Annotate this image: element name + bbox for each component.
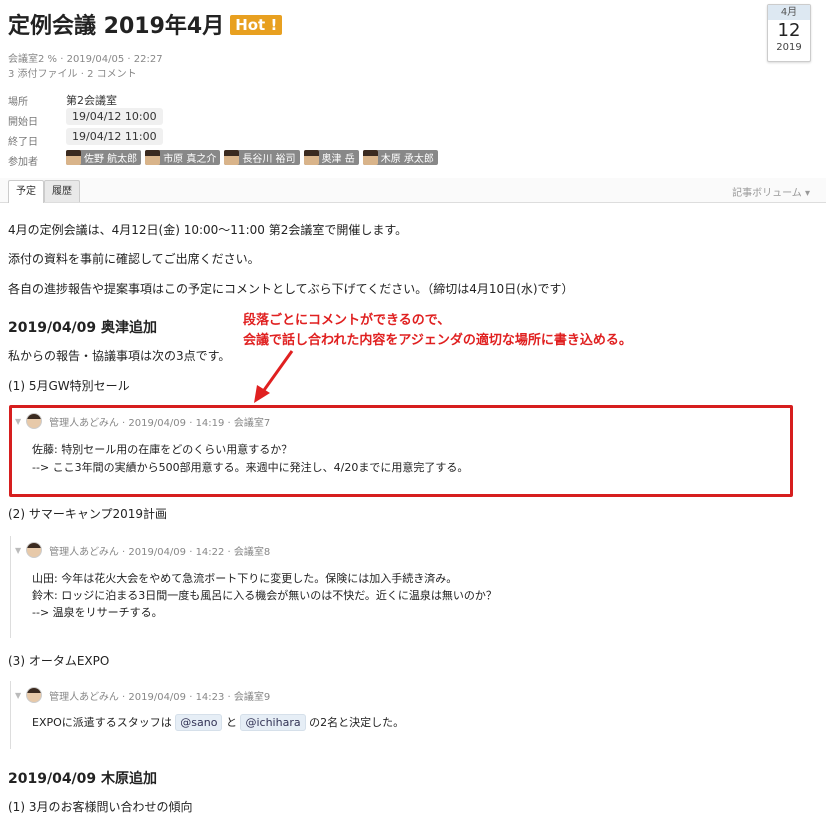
attendee-chip[interactable]: 佐野 航太郎 bbox=[66, 150, 142, 165]
avatar bbox=[26, 542, 43, 558]
comment-line: --> 温泉をリサーチする。 bbox=[32, 606, 163, 619]
calendar-month: 4月 bbox=[768, 5, 810, 20]
end-value: 19/04/12 11:00 bbox=[66, 128, 163, 145]
collapse-triangle-icon[interactable]: ▼ bbox=[15, 546, 21, 555]
tab-schedule[interactable]: 予定 bbox=[8, 180, 44, 203]
attendees-label: 参加者 bbox=[8, 157, 38, 168]
comment-thread-line bbox=[10, 536, 11, 638]
comment-line: EXPOに派遣するスタッフは @sano と @ichihara の2名と決定し… bbox=[32, 714, 405, 731]
place-value: 第2会議室 bbox=[66, 94, 117, 107]
calendar-date: 4月 12 2019 bbox=[767, 4, 811, 62]
paragraph: 私からの報告・協議事項は次の3点です。 bbox=[8, 349, 231, 363]
place-label: 場所 bbox=[8, 97, 28, 108]
tab-bar: 予定 履歴 記事ボリューム ▾ bbox=[0, 178, 826, 203]
avatar bbox=[26, 413, 43, 429]
title-text: 定例会議 2019年4月 bbox=[8, 14, 225, 39]
comment-meta: 管理人あどみん · 2019/04/09 · 14:22 · 会議室8 bbox=[49, 546, 271, 558]
list-item: (1) 3月のお客様問い合わせの傾向 bbox=[8, 800, 193, 814]
end-date-chip: 19/04/12 11:00 bbox=[66, 128, 163, 145]
list-item: (3) オータムEXPO bbox=[8, 654, 110, 668]
calendar-year: 2019 bbox=[776, 42, 802, 53]
avatar bbox=[303, 150, 319, 165]
paragraph: 4月の定例会議は、4月12日(金) 10:00〜11:00 第2会議室で開催しま… bbox=[8, 223, 408, 237]
paragraph: 各自の進捗報告や提案事項はこの予定にコメントとしてぶら下げてください。（締切は4… bbox=[8, 282, 574, 296]
attendee-chip[interactable]: 長谷川 裕司 bbox=[224, 150, 300, 165]
start-value: 19/04/12 10:00 bbox=[66, 108, 163, 125]
tab-history[interactable]: 履歴 bbox=[44, 180, 80, 202]
paragraph: 添付の資料を事前に確認してご出席ください。 bbox=[8, 252, 260, 266]
list-item: (1) 5月GW特別セール bbox=[8, 379, 130, 393]
attendee-chip[interactable]: 奥津 岳 bbox=[303, 150, 359, 165]
meta-line: 会議室2 % · 2019/04/05 · 22:27 bbox=[8, 54, 163, 65]
comment-line: --> ここ3年間の実績から500部用意する。来週中に発注し、4/20までに用意… bbox=[32, 461, 469, 474]
mention-ichihara[interactable]: @ichihara bbox=[240, 714, 306, 731]
volume-label: 記事ボリューム bbox=[732, 188, 802, 199]
start-label: 開始日 bbox=[8, 117, 38, 128]
attendees-list: 佐野 航太郎 市原 真之介 長谷川 裕司 奥津 岳 木原 承太郎 bbox=[66, 150, 442, 165]
comment-header: ▼ 管理人あどみん · 2019/04/09 · 14:22 · 会議室8 bbox=[15, 542, 270, 558]
comment-meta: 管理人あどみん · 2019/04/09 · 14:19 · 会議室7 bbox=[49, 417, 271, 429]
comment-meta: 管理人あどみん · 2019/04/09 · 14:23 · 会議室9 bbox=[49, 691, 271, 703]
comment-line: 佐藤: 特別セール用の在庫をどのくらい用意するか？ bbox=[32, 443, 293, 456]
avatar bbox=[224, 150, 240, 165]
avatar bbox=[145, 150, 161, 165]
avatar bbox=[26, 687, 43, 703]
annotation-arrow-icon bbox=[254, 350, 294, 403]
comment-line: 鈴木: ロッジに泊まる3日間一度も風呂に入る機会が無いのは不快だ。近くに温泉は無… bbox=[32, 589, 497, 602]
comment-thread-line bbox=[10, 681, 11, 749]
end-label: 終了日 bbox=[8, 137, 38, 148]
attendee-chip[interactable]: 市原 真之介 bbox=[145, 150, 221, 165]
hot-badge: Hot ! bbox=[230, 15, 283, 35]
attendee-chip[interactable]: 木原 承太郎 bbox=[362, 150, 438, 165]
collapse-triangle-icon[interactable]: ▼ bbox=[15, 691, 21, 700]
comment-line: 山田: 今年は花火大会をやめて急流ボート下りに変更した。保険には加入手続き済み。 bbox=[32, 572, 458, 585]
comment-header: ▼ 管理人あどみん · 2019/04/09 · 14:23 · 会議室9 bbox=[15, 687, 270, 703]
collapse-triangle-icon[interactable]: ▼ bbox=[15, 417, 21, 426]
section-heading: 2019/04/09 奥津追加 bbox=[8, 320, 158, 336]
annotation-line1: 段落ごとにコメントができるので、 bbox=[243, 313, 451, 328]
section-heading: 2019/04/09 木原追加 bbox=[8, 771, 158, 787]
page-title: 定例会議 2019年4月 Hot ! bbox=[8, 8, 283, 40]
mention-sano[interactable]: @sano bbox=[175, 714, 223, 731]
start-date-chip: 19/04/12 10:00 bbox=[66, 108, 163, 125]
chevron-down-icon: ▾ bbox=[804, 188, 810, 199]
avatar bbox=[66, 150, 81, 165]
attachments-comments-count: 3 添付ファイル · 2 コメント bbox=[8, 69, 137, 80]
annotation-line2: 会議で話し合われた内容をアジェンダの適切な場所に書き込める。 bbox=[243, 333, 632, 348]
comment-header: ▼ 管理人あどみん · 2019/04/09 · 14:19 · 会議室7 bbox=[15, 413, 270, 429]
article-volume-control[interactable]: 記事ボリューム ▾ bbox=[732, 184, 810, 199]
list-item: (2) サマーキャンプ2019計画 bbox=[8, 507, 167, 521]
calendar-day: 12 bbox=[777, 20, 801, 41]
avatar bbox=[362, 150, 378, 165]
